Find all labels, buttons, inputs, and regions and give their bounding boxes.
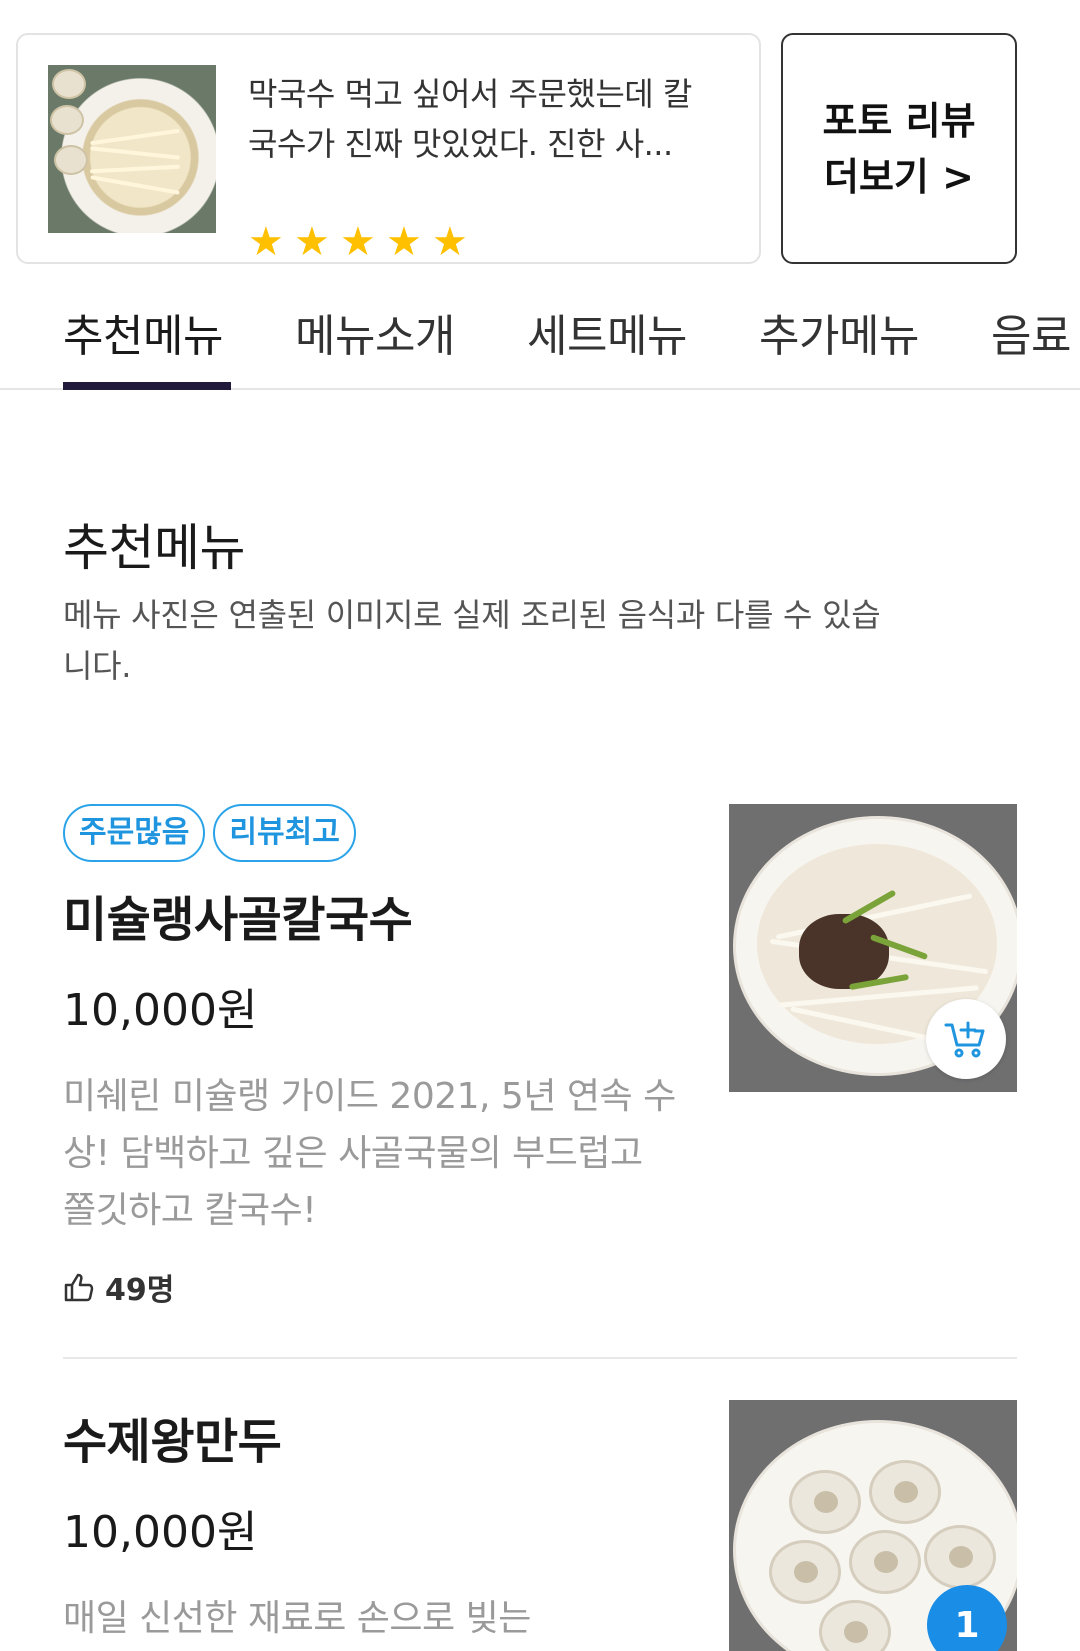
likes-count: 49명 [105, 1273, 175, 1308]
star-icon: ★ [432, 219, 468, 265]
cart-plus-icon [944, 1021, 985, 1058]
section-note: 메뉴 사진은 연출된 이미지로 실제 조리된 음식과 다를 수 있습니다. [63, 596, 881, 685]
tab-set-menu[interactable]: 세트메뉴 [527, 300, 687, 364]
active-tab-indicator [63, 382, 231, 390]
star-icon: ★ [340, 219, 376, 265]
review-preview-card[interactable]: 막국수 먹고 싶어서 주문했는데 칼국수가 진짜 맛있었다. 진한 사... ★… [16, 33, 761, 264]
menu-item-photo[interactable]: 1 [729, 1400, 1017, 1651]
add-to-cart-button[interactable] [926, 999, 1006, 1079]
menu-category-tabs: 추천메뉴 메뉴소개 세트메뉴 추가메뉴 음료 [0, 280, 1080, 390]
tab-menu-intro[interactable]: 메뉴소개 [295, 300, 455, 364]
photo-review-more-button[interactable]: 포토 리뷰 더보기 > [781, 33, 1017, 264]
menu-item-description: 매일 신선한 재료로 손으로 빚는 [63, 1598, 531, 1639]
photo-review-label: 포토 리뷰 [822, 98, 976, 143]
menu-item-likes: 49명 [63, 1265, 1017, 1309]
menu-item-photo[interactable] [729, 804, 1017, 1092]
section-title: 추천메뉴 [63, 519, 246, 577]
menu-item-divider [63, 1357, 1017, 1359]
review-text: 막국수 먹고 싶어서 주문했는데 칼국수가 진짜 맛있었다. 진한 사... [248, 75, 692, 163]
star-icon: ★ [248, 219, 284, 265]
tab-recommended[interactable]: 추천메뉴 [63, 300, 223, 364]
tab-extra-menu[interactable]: 추가메뉴 [759, 300, 919, 364]
review-rating: ★ ★ ★ ★ ★ [248, 219, 470, 265]
star-icon: ★ [386, 219, 422, 265]
badge-popular: 주문많음 [63, 804, 206, 862]
more-label: 더보기 > [824, 154, 974, 199]
review-photo [48, 65, 216, 233]
badge-best-review: 리뷰최고 [213, 804, 356, 862]
thumbs-up-icon [64, 1273, 94, 1302]
star-icon: ★ [294, 219, 330, 265]
tab-drinks[interactable]: 음료 [991, 300, 1071, 364]
menu-item-description: 미쉐린 미슐랭 가이드 2021, 5년 연속 수상! 담백하고 깊은 사골국물… [63, 1076, 676, 1231]
